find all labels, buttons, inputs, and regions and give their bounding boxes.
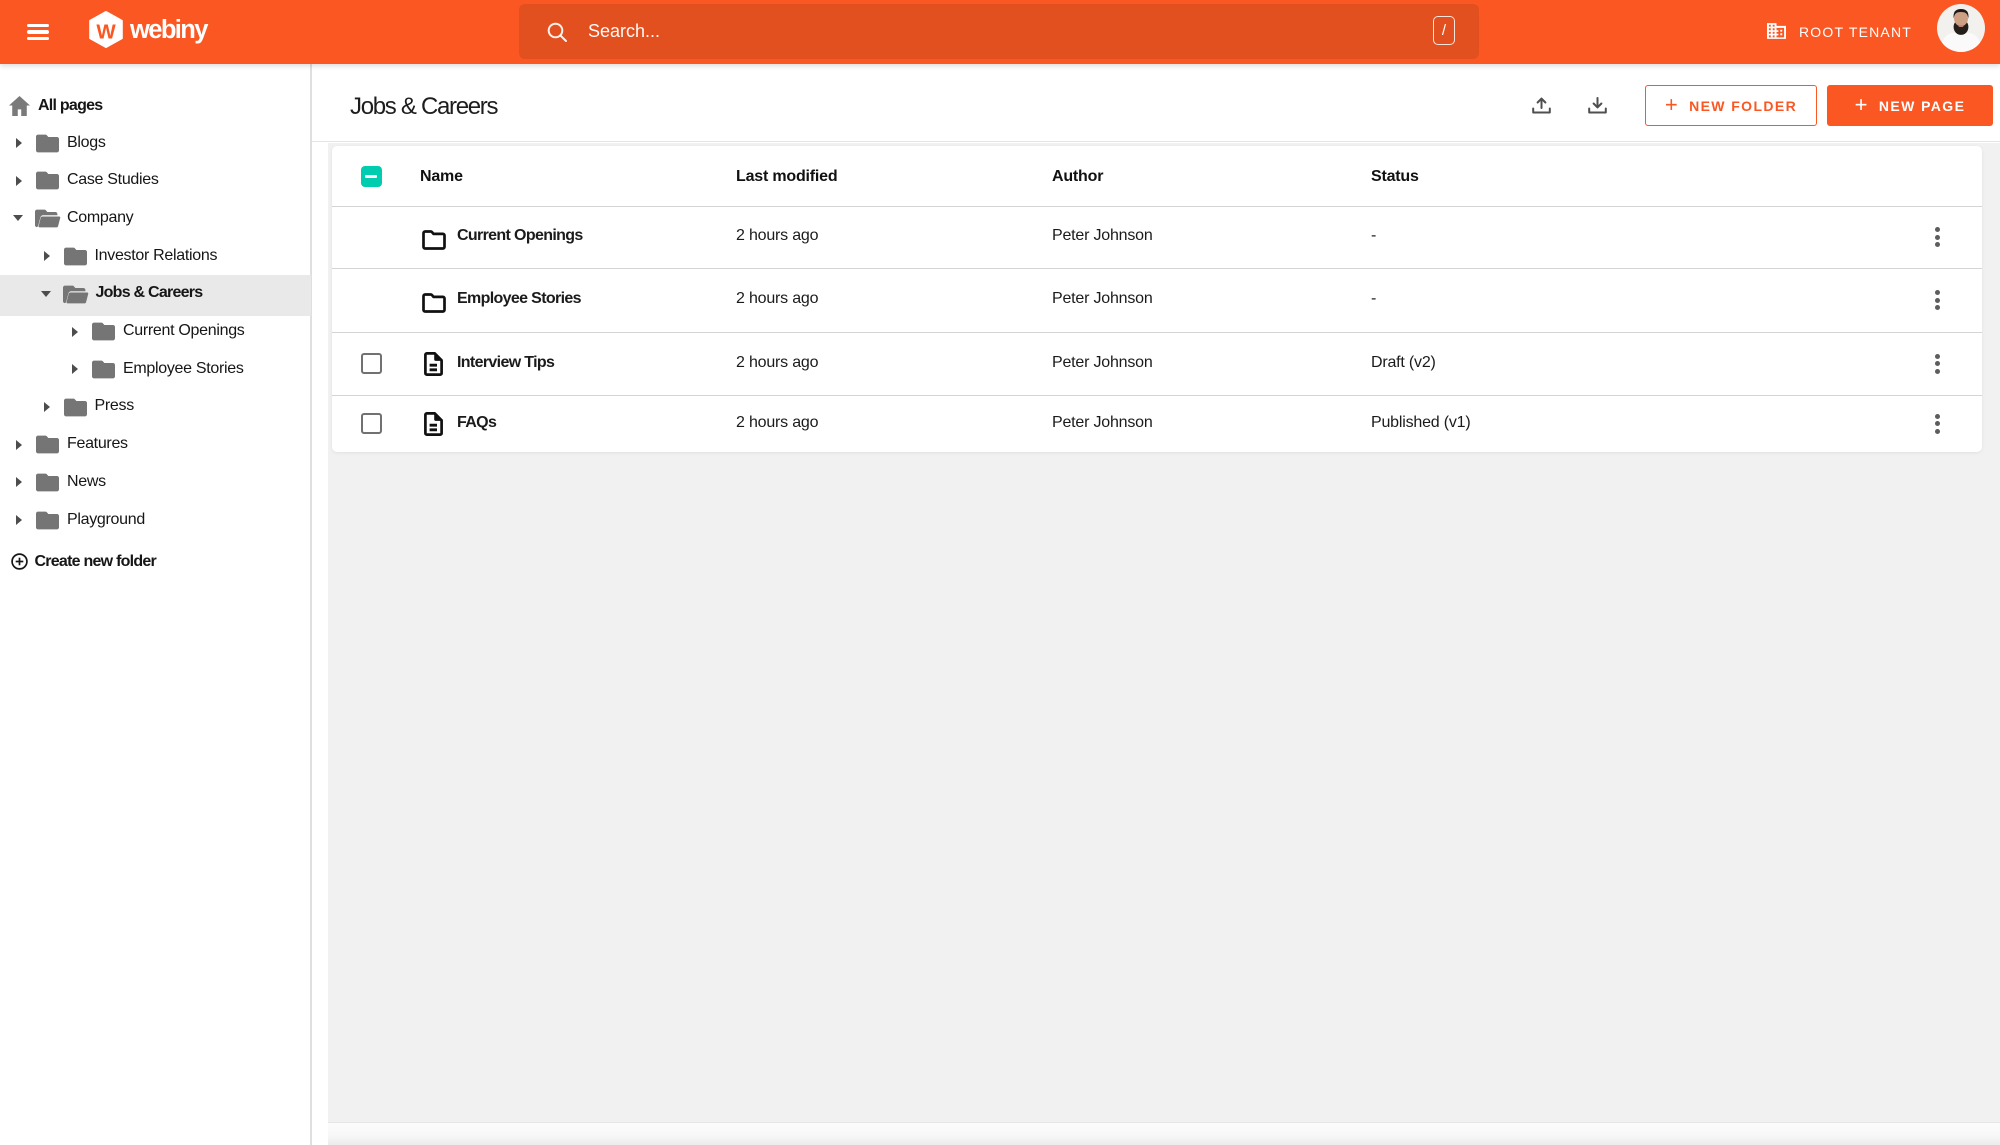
svg-text:W: W (96, 21, 116, 44)
